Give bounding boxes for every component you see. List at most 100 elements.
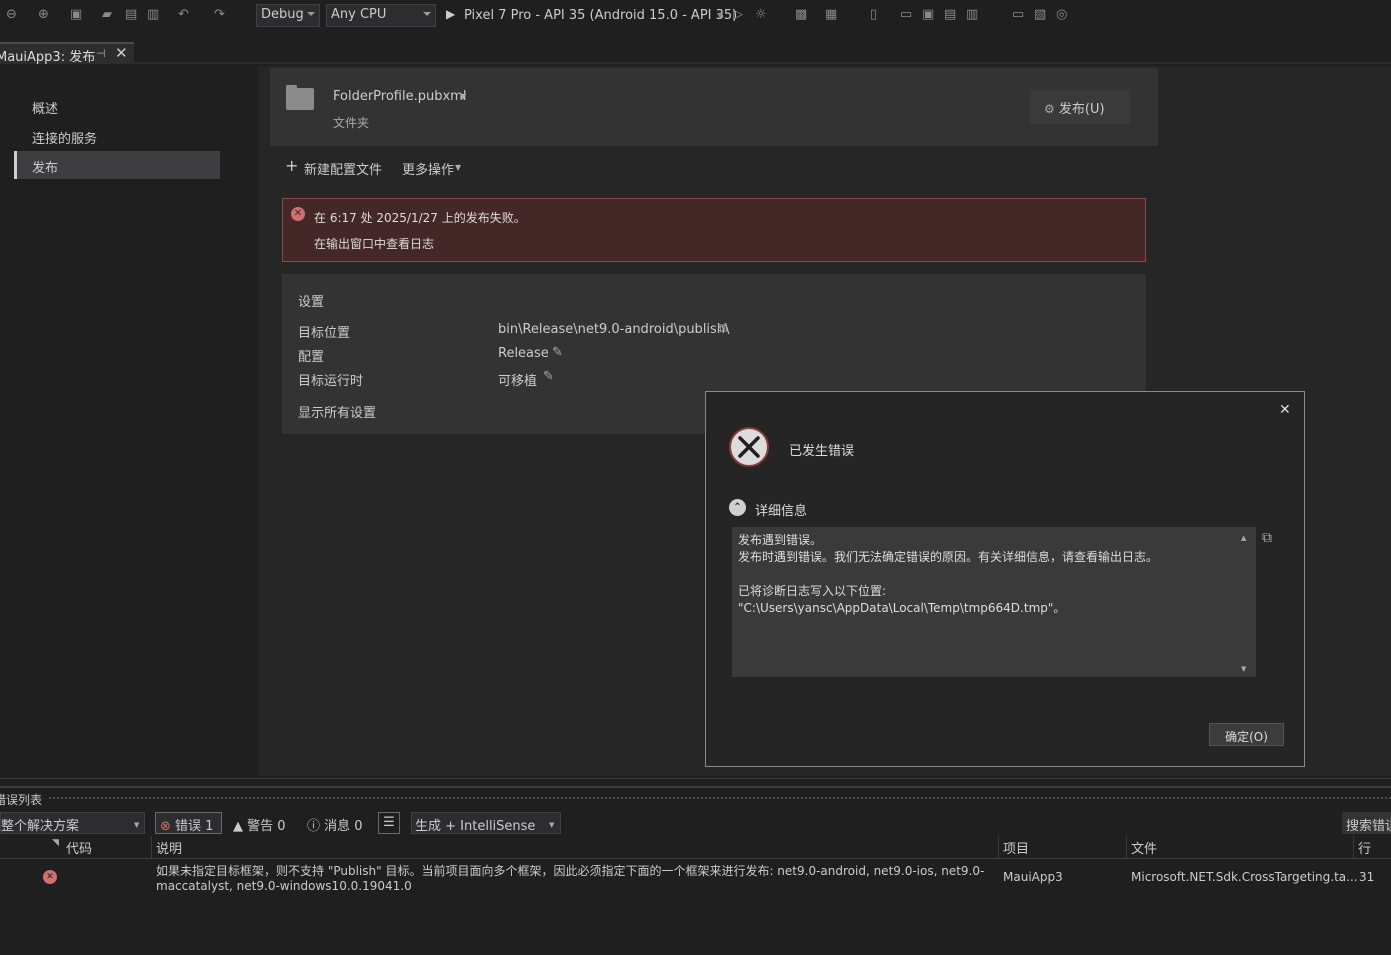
warnings-filter-toggle[interactable]: ▲ 警告 0 [233, 812, 299, 834]
dialog-title: 已发生错误 [789, 444, 855, 459]
search-errors-placeholder: 搜索错误 [1346, 819, 1391, 834]
publish-button-label: 发布(U) [1058, 102, 1105, 117]
error-dialog: ✕ 已发生错误 ⌃ 详细信息 发布遇到错误。 发布时遇到错误。我们无法确定错误的… [705, 391, 1305, 767]
platform-value: Any CPU [331, 7, 387, 22]
column-file[interactable]: 文件 [1131, 838, 1157, 857]
column-project[interactable]: 项目 [1003, 838, 1029, 857]
new-project-icon[interactable]: ▣ [70, 7, 82, 22]
redo-icon[interactable]: ↷ [214, 7, 225, 22]
undo-icon[interactable]: ↶ [178, 7, 189, 22]
layout-icon[interactable]: ▦ [825, 7, 837, 22]
panel-grip[interactable] [48, 796, 1391, 801]
show-all-settings-link[interactable]: 显示所有设置 [298, 402, 376, 421]
row-line: 31 [1359, 870, 1375, 884]
scope-select[interactable]: 整个解决方案 ▼ [0, 812, 145, 834]
details-line: 发布时遇到错误。我们无法确定错误的原因。有关详细信息，请查看输出日志。 [738, 550, 1159, 564]
save-all-icon[interactable]: ▥ [147, 7, 159, 22]
run-target[interactable]: Pixel 7 Pro - API 35 (Android 15.0 - API… [464, 8, 737, 23]
row-project: MauiApp3 [1003, 870, 1063, 884]
publish-button[interactable]: ⚙ 发布(U) [1030, 90, 1130, 124]
panel-icon[interactable]: ▥ [966, 7, 978, 22]
chevron-down-icon[interactable]: ▼ [717, 11, 723, 20]
table-row[interactable]: ✕ 如果未指定目标框架，则不支持 "Publish" 目标。当前项目面向多个框架… [0, 859, 1391, 899]
column-separator [1126, 836, 1127, 858]
collapse-details-icon[interactable]: ⌃ [729, 499, 746, 516]
details-scrollbar[interactable]: ▲ ▼ [1237, 527, 1255, 677]
package-icon[interactable]: ▣ [922, 7, 934, 22]
document-tab-title: MauiApp3: 发布 [0, 50, 96, 65]
error-list-title: 错误列表 [0, 793, 43, 807]
hot-reload-icon[interactable]: ☼ [755, 7, 767, 22]
setting-value-target-location: bin\Release\net9.0-android\publish\ [498, 322, 730, 337]
bookmark-icon[interactable]: ▯ [870, 7, 877, 22]
error-icon: ✕ [43, 870, 57, 884]
chevron-down-icon: ▼ [134, 821, 140, 829]
profile-name[interactable]: FolderProfile.pubxml [333, 89, 466, 104]
new-profile-link[interactable]: 新建配置文件 [304, 159, 382, 178]
chevron-down-icon[interactable]: ▼ [455, 163, 461, 172]
edit-runtime-icon[interactable]: ✎ [543, 369, 554, 384]
globe-icon[interactable]: ◎ [1056, 7, 1067, 22]
document-tab[interactable]: MauiApp3: 发布 ⊣ ✕ [0, 42, 134, 65]
messages-filter-toggle[interactable]: ⓘ 消息 0 [307, 812, 373, 834]
configuration-select[interactable]: Debug [256, 4, 320, 27]
ok-button-label: 确定(O) [1225, 730, 1268, 744]
column-code[interactable]: 代码 [66, 838, 92, 857]
back-icon[interactable]: ⊖ [6, 7, 17, 22]
setting-value-configuration: Release [498, 346, 549, 361]
profile-card: FolderProfile.pubxml ▼ 文件夹 ⚙ 发布(U) [270, 68, 1158, 146]
nav-item-overview[interactable]: 概述 [14, 92, 220, 120]
start-without-debug-icon[interactable]: ▷ [733, 7, 743, 22]
details-label[interactable]: 详细信息 [755, 500, 807, 519]
setting-label-target-location: 目标位置 [298, 326, 351, 341]
open-icon[interactable]: ▰ [102, 7, 112, 22]
details-line: 已将诊断日志写入以下位置: [738, 584, 887, 598]
scope-value: 整个解决方案 [1, 819, 80, 834]
build-source-select[interactable]: 生成 + IntelliSense ▼ [411, 812, 561, 834]
search-errors-input[interactable]: 搜索错误 [1342, 812, 1391, 834]
column-description[interactable]: 说明 [156, 838, 182, 857]
play-icon[interactable]: ▶ [446, 7, 455, 21]
close-tab-icon[interactable]: ✕ [115, 44, 128, 62]
errors-filter-toggle[interactable]: ⊗ 错误 1 [155, 812, 222, 834]
ok-button[interactable]: 确定(O) [1209, 723, 1284, 746]
window-icon[interactable]: ▧ [1034, 7, 1046, 22]
forward-icon[interactable]: ⊕ [38, 7, 49, 22]
setting-label-target-runtime: 目标运行时 [298, 374, 364, 389]
platform-select[interactable]: Any CPU [326, 4, 436, 27]
nav-item-publish[interactable]: 发布 [14, 151, 220, 179]
view-log-link[interactable]: 在输出窗口中查看日志 [314, 235, 434, 252]
plus-icon[interactable]: + [285, 156, 298, 175]
build-source-value: 生成 + IntelliSense [415, 819, 536, 834]
row-file: Microsoft.NET.Sdk.CrossTargeting.ta... [1131, 870, 1358, 884]
nav-item-label: 连接的服务 [32, 132, 98, 147]
more-actions-menu[interactable]: 更多操作 [402, 159, 454, 178]
filter-icon[interactable]: ☰ [378, 812, 400, 834]
profile-dropdown-icon[interactable]: ▼ [460, 92, 466, 101]
configuration-value: Debug [261, 7, 304, 22]
pin-icon[interactable]: ⊣ [96, 47, 106, 60]
scroll-down-icon[interactable]: ▼ [1241, 661, 1246, 678]
nav-item-label: 概述 [32, 102, 59, 117]
column-line[interactable]: 行 [1358, 838, 1371, 857]
row-description: 如果未指定目标框架，则不支持 "Publish" 目标。当前项目面向多个框架，因… [156, 864, 985, 878]
scroll-up-icon[interactable]: ▲ [1241, 530, 1246, 547]
device-manager-icon[interactable]: ▩ [795, 7, 807, 22]
alert-message: 在 6:17 处 2025/1/27 上的发布失败。 [314, 211, 526, 225]
close-icon[interactable]: ✕ [1279, 402, 1291, 418]
monitor-icon[interactable]: ▭ [1012, 7, 1024, 22]
nav-item-connected-services[interactable]: 连接的服务 [14, 122, 220, 150]
errors-count: 错误 1 [175, 819, 214, 834]
copy-icon[interactable]: ⧉ [718, 321, 727, 336]
details-textbox[interactable]: 发布遇到错误。 发布时遇到错误。我们无法确定错误的原因。有关详细信息，请查看输出… [732, 527, 1256, 677]
column-separator [998, 836, 999, 858]
document-tab-strip: MauiApp3: 发布 ⊣ ✕ [0, 32, 1391, 65]
save-icon[interactable]: ▤ [125, 7, 137, 22]
row-description-cont: maccatalyst, net9.0-windows10.0.19041.0 [156, 879, 412, 893]
copy-details-icon[interactable]: ⧉ [1262, 530, 1272, 546]
details-blank-line [738, 566, 1250, 583]
error-circle-icon [729, 427, 769, 467]
file-icon[interactable]: ▭ [900, 7, 912, 22]
screen-icon[interactable]: ▤ [944, 7, 956, 22]
edit-configuration-icon[interactable]: ✎ [552, 345, 563, 360]
